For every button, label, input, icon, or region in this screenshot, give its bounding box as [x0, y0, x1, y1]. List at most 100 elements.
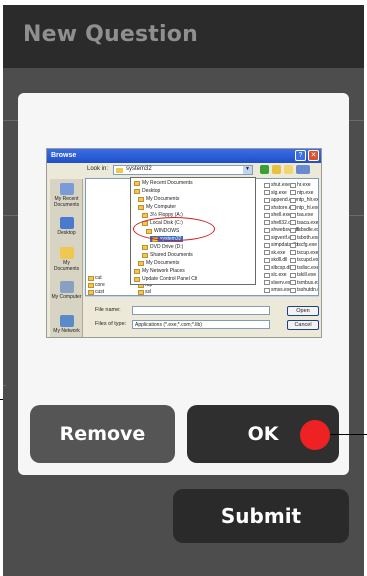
my-network-icon: [59, 315, 74, 327]
file-item: smss.exe: [264, 287, 292, 293]
dropdown-item: DVD Drive (D:): [142, 244, 183, 250]
file-icon: [290, 197, 296, 203]
place-my-network: My Network: [50, 315, 83, 334]
file-name-field: [132, 306, 270, 315]
file-name: tsboth.exe: [297, 234, 319, 241]
pointer-line: [0, 399, 3, 400]
place-desktop: Desktop: [50, 217, 83, 236]
dropdown-item: My Documents: [138, 196, 179, 202]
desktop-icon: [59, 217, 74, 229]
file-name-label: File name:: [95, 307, 121, 313]
folder-icon: [142, 252, 148, 258]
file-item: tsshutdn.exe: [290, 287, 318, 293]
folder-icon: [142, 244, 148, 250]
file-name: tsmbus.exe: [297, 279, 318, 286]
file-item: tsdisc.exe: [290, 264, 319, 271]
dropdown-item: Desktop: [134, 188, 160, 194]
file-icon: [290, 182, 296, 188]
file-icon: [264, 205, 270, 210]
file-item: ssl: [138, 289, 151, 295]
folder-icon: [142, 212, 148, 218]
file-icon: [264, 272, 270, 278]
file-item: sk.exe: [264, 250, 285, 256]
dropdown-item-label: My Recent Documents: [142, 180, 193, 186]
file-icon: [264, 220, 270, 225]
dropdown-item: Shared Documents: [142, 252, 193, 258]
file-name: slbcsp.dll: [271, 264, 292, 271]
file-icon: [290, 272, 296, 278]
file-item: tsaca.exe: [290, 220, 318, 226]
file-icon: [290, 205, 296, 210]
browse-screenshot: Browse ? ✕ Look in: system32 ▼ My Recent…: [46, 148, 322, 338]
file-name: hr.exe: [297, 182, 311, 188]
file-name: tsshutdn.exe: [297, 287, 318, 293]
folder-icon: [134, 276, 140, 282]
file-icon: [264, 242, 270, 248]
places-bar: My Recent Documents Desktop My Documents…: [50, 179, 83, 337]
folder-icon: [134, 188, 140, 194]
file-item: ntp_hl.exe: [290, 205, 318, 211]
file-name: tscupd.exe: [297, 257, 319, 263]
file-name: core: [95, 282, 105, 288]
file-icon: [264, 212, 270, 218]
submit-button[interactable]: Submit: [173, 489, 349, 543]
file-item: shut.exe: [264, 182, 290, 188]
file-type-select: Applications (*.exe;*.com;*.lib): [132, 320, 270, 329]
place-my-computer: My Computer: [50, 281, 83, 300]
dropdown-item: My Network Places: [134, 268, 185, 274]
file-name: tsbsdle.exe: [297, 227, 318, 233]
file-item: cut: [88, 275, 102, 281]
dropdown-item-label: My Documents: [146, 196, 180, 202]
dropdown-item-label: My Documents: [146, 260, 180, 266]
file-icon: [264, 265, 270, 270]
file-item: skdll.dll: [264, 257, 287, 263]
place-my-documents: My Documents: [50, 247, 83, 272]
open-button: Open: [287, 306, 319, 316]
file-name: tscfg.exe: [297, 242, 318, 248]
file-name: ntp.exe: [297, 189, 314, 196]
help-icon: ?: [295, 150, 306, 161]
file-icon: [290, 287, 296, 293]
file-icon: [290, 265, 296, 270]
file-item: slc.exe: [264, 272, 287, 278]
ok-label: OK: [247, 423, 279, 445]
folder-icon: [88, 275, 94, 281]
file-name: skdll.dll: [271, 257, 288, 263]
file-name: tsaca.exe: [297, 219, 319, 226]
cancel-button: Cancel: [287, 320, 319, 330]
file-item: tsmbus.exe: [290, 279, 318, 286]
recent-documents-icon: [59, 183, 74, 195]
file-item: cust: [88, 289, 104, 295]
file-name: tsa.exe: [297, 212, 314, 218]
dropdown-item: My Computer: [138, 204, 176, 210]
file-item: slserv.exe: [264, 280, 293, 286]
file-item: slbcsp.dll: [264, 265, 292, 271]
folder-icon: [138, 260, 144, 266]
remove-button[interactable]: Remove: [30, 405, 175, 463]
file-item: tsboth.exe: [290, 234, 319, 241]
file-item: shell32.dll: [264, 220, 293, 226]
file-item: tsa.exe: [290, 212, 313, 218]
chevron-down-icon: ▼: [243, 166, 252, 174]
close-icon: ✕: [308, 150, 319, 161]
page-title: New Question: [23, 22, 198, 47]
file-icon: [264, 257, 270, 263]
file-icon: [264, 197, 270, 203]
file-icon: [290, 190, 296, 195]
dropdown-item-label: Shared Documents: [150, 252, 193, 258]
folder-icon: [138, 204, 144, 210]
file-icon: [264, 287, 270, 293]
file-item: tsbsdle.exe: [290, 227, 318, 233]
dropdown-item-label: My Computer: [146, 204, 177, 210]
file-type-label: Files of type:: [95, 321, 127, 327]
dropdown-item-label: Desktop: [142, 188, 161, 194]
horizontal-scrollbar: [85, 296, 319, 301]
folder-icon: [88, 289, 94, 295]
file-name: ssl: [145, 289, 152, 295]
folder-icon: [134, 180, 140, 186]
file-item: tskill.exe: [290, 272, 316, 278]
file-name: tsdisc.exe: [297, 264, 319, 271]
file-icon: [290, 227, 296, 233]
file-name: smss.exe: [271, 287, 293, 293]
file-name: shell.exe: [271, 212, 291, 218]
